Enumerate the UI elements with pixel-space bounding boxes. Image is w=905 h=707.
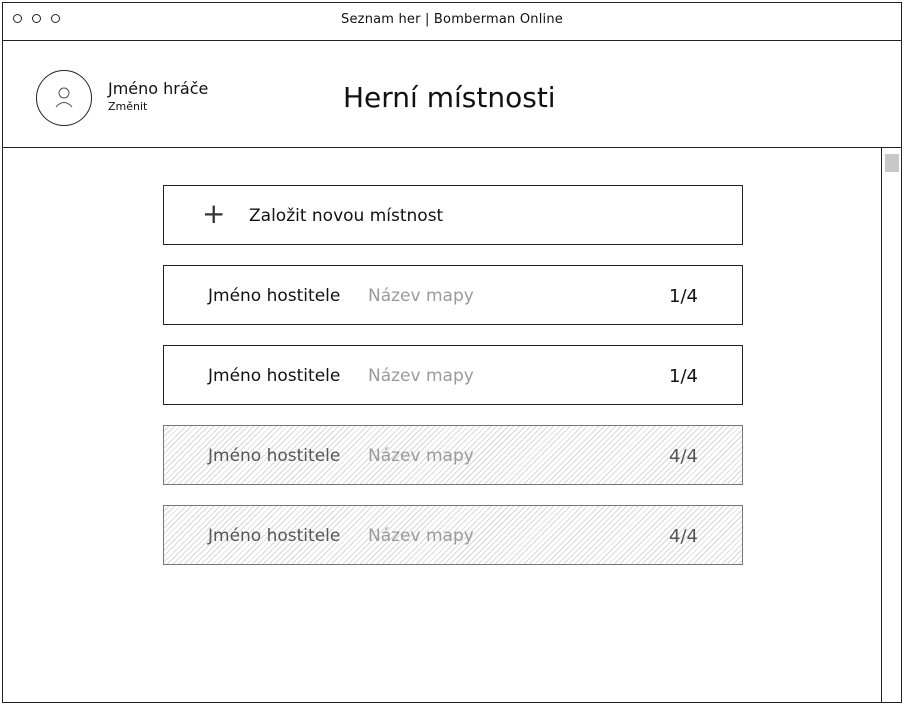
room-map: Název mapy: [368, 366, 474, 386]
room-host: Jméno hostitele: [208, 526, 341, 546]
vertical-scrollbar[interactable]: [881, 148, 901, 702]
room-map: Název mapy: [368, 446, 474, 466]
page-title: Herní místnosti: [343, 81, 556, 114]
page-header: Jméno hráče Změnit Herní místnosti: [3, 41, 901, 148]
create-room-label: Založit novou místnost: [249, 206, 444, 226]
room-player-count: 4/4: [669, 526, 698, 547]
room-player-count: 4/4: [669, 446, 698, 467]
user-icon: [55, 87, 73, 108]
room-host: Jméno hostitele: [208, 286, 341, 306]
room-row-full: Jméno hostitele Název mapy 4/4: [163, 425, 743, 485]
plus-icon: +: [202, 197, 226, 230]
room-row[interactable]: Jméno hostitele Název mapy 1/4: [163, 265, 743, 325]
change-name-link[interactable]: Změnit: [108, 100, 147, 113]
title-bar: Seznam her | Bomberman Online: [3, 3, 901, 41]
room-host: Jméno hostitele: [208, 366, 341, 386]
room-player-count: 1/4: [669, 366, 698, 387]
room-player-count: 1/4: [669, 286, 698, 307]
avatar: [36, 70, 92, 126]
create-room-button[interactable]: + Založit novou místnost: [163, 185, 743, 245]
room-map: Název mapy: [368, 526, 474, 546]
scrollbar-thumb[interactable]: [885, 154, 899, 172]
room-row[interactable]: Jméno hostitele Název mapy 1/4: [163, 345, 743, 405]
window-title: Seznam her | Bomberman Online: [341, 12, 563, 27]
room-map: Název mapy: [368, 286, 474, 306]
room-list: + Založit novou místnost Jméno hostitele…: [3, 148, 881, 704]
player-name: Jméno hráče: [108, 79, 209, 98]
room-host: Jméno hostitele: [208, 446, 341, 466]
browser-window: Seznam her | Bomberman Online Jméno hráč…: [2, 2, 902, 703]
room-row-full: Jméno hostitele Název mapy 4/4: [163, 505, 743, 565]
